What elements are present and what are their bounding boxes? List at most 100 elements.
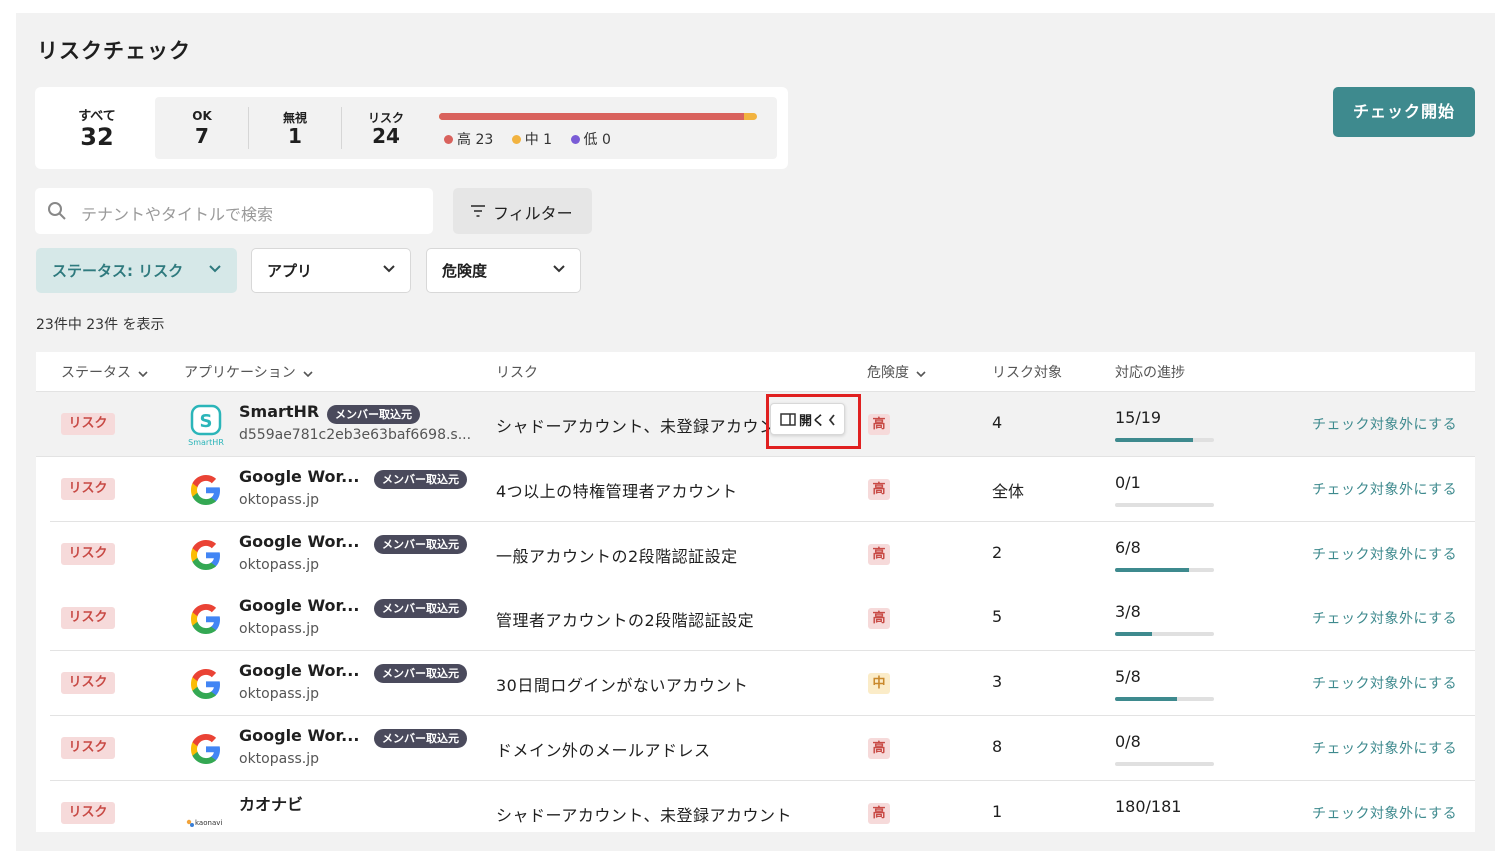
app-name: SmartHR	[239, 402, 320, 421]
progress-text: 0/1	[1115, 473, 1141, 492]
member-source-badge: メンバー取込元	[327, 405, 420, 424]
legend-mid-dot	[511, 135, 521, 144]
risk-title: 管理者アカウントの2段階認証設定	[496, 611, 755, 630]
risk-title: 4つ以上の特権管理者アカウント	[496, 482, 738, 501]
summary-ignored-value: 1	[288, 124, 302, 148]
chevron-down-icon	[916, 371, 926, 378]
chevron-down-icon	[383, 265, 395, 273]
status-badge: リスク	[61, 737, 115, 759]
progress-bar-fill	[1115, 568, 1190, 572]
member-source-badge: メンバー取込元	[374, 535, 467, 554]
status-badge: リスク	[61, 413, 115, 435]
table-row[interactable]: リスク Google Wor... メンバー取込元 oktopass.jp 一般…	[50, 522, 1475, 587]
status-dropdown[interactable]: ステータス: リスク	[36, 248, 237, 293]
member-source-badge: メンバー取込元	[374, 599, 467, 618]
page-title: リスクチェック	[37, 39, 191, 63]
risk-summary-panel: すべて 32 OK 7 無視 1 リスク 24 高 23 中 1 低 0	[35, 87, 788, 169]
severity-badge: 高	[868, 479, 890, 500]
header-target-label: リスク対象	[992, 365, 1062, 381]
summary-ok-value: 7	[195, 124, 209, 148]
exclude-link[interactable]: チェック対象外にする	[1312, 544, 1457, 564]
table-row[interactable]: リスク Google Wor... メンバー取込元 oktopass.jp 管理…	[50, 586, 1475, 651]
summary-all-label: すべて	[78, 109, 116, 124]
summary-all[interactable]: すべて 32	[35, 87, 159, 169]
risk-target: 3	[992, 672, 1003, 691]
risk-title: シャドーアカウント、未登録アカウント	[496, 417, 786, 436]
search-input[interactable]: テナントやタイトルで検索	[35, 188, 433, 234]
exclude-link[interactable]: チェック対象外にする	[1312, 803, 1457, 823]
table-row[interactable]: リスク Google Wor... メンバー取込元 oktopass.jp 4つ…	[50, 457, 1475, 522]
app-name: カオナビ	[239, 795, 304, 814]
severity-badge: 高	[868, 544, 890, 565]
table-row[interactable]: リスク Google Wor... メンバー取込元 oktopass.jp ドメ…	[50, 716, 1475, 781]
google-logo	[191, 540, 220, 570]
app-name: Google Wor...	[239, 661, 360, 680]
severity-badge: 高	[868, 738, 890, 759]
risk-level-bar	[439, 113, 757, 120]
legend-high-dot	[444, 135, 453, 144]
progress-text: 3/8	[1115, 602, 1141, 621]
status-badge: リスク	[61, 802, 115, 824]
search-placeholder: テナントやタイトルで検索	[81, 205, 274, 224]
table-row[interactable]: リスク Google Wor... メンバー取込元 oktopass.jp 30…	[50, 651, 1475, 716]
exclude-link[interactable]: チェック対象外にする	[1312, 608, 1457, 628]
google-logo	[191, 669, 220, 699]
header-status-label: ステータス	[61, 365, 131, 381]
risk-title: 30日間ログインがないアカウント	[496, 676, 749, 695]
smarthr-logo-caption: SmartHR	[188, 438, 224, 447]
exclude-link[interactable]: チェック対象外にする	[1312, 479, 1457, 499]
risk-title: ドメイン外のメールアドレス	[496, 741, 711, 760]
header-progress: 対応の進捗	[1115, 362, 1185, 382]
severity-dropdown[interactable]: 危険度	[426, 248, 581, 293]
summary-ok[interactable]: OK 7	[155, 97, 249, 159]
risk-target: 4	[992, 413, 1003, 432]
progress-text: 0/8	[1115, 732, 1141, 751]
summary-risk-value: 24	[372, 124, 400, 148]
status-badge: リスク	[61, 543, 115, 565]
summary-ignored[interactable]: 無視 1	[248, 97, 342, 159]
tenant-name: oktopass.jp	[239, 621, 320, 637]
member-source-badge: メンバー取込元	[374, 470, 467, 489]
tenant-name: oktopass.jp	[239, 751, 320, 767]
progress-text: 15/19	[1115, 408, 1162, 427]
severity-badge: 高	[868, 803, 890, 824]
filter-button[interactable]: フィルター	[453, 188, 592, 234]
header-progress-label: 対応の進捗	[1115, 365, 1185, 381]
chevron-down-icon	[138, 371, 148, 378]
summary-ok-label: OK	[192, 109, 212, 123]
exclude-link[interactable]: チェック対象外にする	[1312, 673, 1457, 693]
filter-icon	[471, 205, 485, 217]
status-dropdown-label: ステータス: リスク	[52, 262, 184, 280]
progress-bar	[1115, 632, 1214, 636]
risk-target: 8	[992, 737, 1003, 756]
table-row[interactable]: リスク kaonavi カオナビ シャドーアカウント、未登録アカウント 高 1 …	[50, 781, 1475, 832]
progress-bar	[1115, 762, 1214, 766]
summary-risk[interactable]: リスク 24	[339, 97, 433, 159]
risk-table: ステータス アプリケーション リスク 危険度 リスク対象 対応の進捗 リスク S…	[36, 352, 1475, 832]
tenant-name: oktopass.jp	[239, 492, 320, 508]
legend-mid-label: 中 1	[524, 132, 553, 148]
risk-level-legend: 高 23 中 1 低 0	[444, 129, 625, 149]
header-application[interactable]: アプリケーション	[184, 362, 314, 382]
severity-dropdown-label: 危険度	[442, 262, 488, 280]
start-check-button[interactable]: チェック開始	[1333, 87, 1475, 137]
app-dropdown[interactable]: アプリ	[251, 248, 411, 293]
filter-button-label: フィルター	[493, 204, 573, 223]
chevron-down-icon	[553, 265, 565, 273]
member-source-badge: メンバー取込元	[374, 664, 467, 683]
risk-level-bar-high	[439, 113, 744, 120]
exclude-link[interactable]: チェック対象外にする	[1312, 738, 1457, 758]
risk-target: 5	[992, 607, 1003, 626]
risk-target: 全体	[992, 482, 1025, 501]
header-application-label: アプリケーション	[184, 365, 296, 381]
risk-title: シャドーアカウント、未登録アカウント	[496, 806, 793, 825]
exclude-link[interactable]: チェック対象外にする	[1312, 414, 1457, 434]
severity-badge: 中	[868, 673, 890, 694]
header-target: リスク対象	[992, 362, 1062, 382]
summary-breakdown: OK 7 無視 1 リスク 24 高 23 中 1 低 0	[155, 97, 777, 159]
progress-bar	[1115, 697, 1214, 701]
header-status[interactable]: ステータス	[61, 362, 149, 382]
table-row[interactable]: リスク S SmartHR SmartHR メンバー取込元 d559ae781c…	[36, 392, 1475, 457]
table-header: ステータス アプリケーション リスク 危険度 リスク対象 対応の進捗	[36, 352, 1475, 392]
header-severity[interactable]: 危険度	[867, 362, 927, 382]
